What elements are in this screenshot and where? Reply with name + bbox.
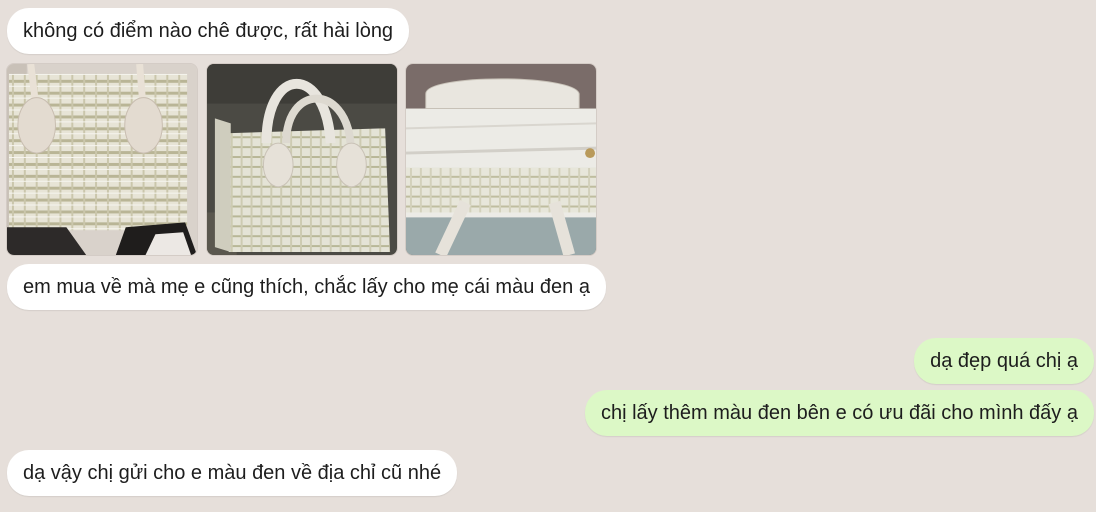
chat-thread: không có điểm nào chê được, rất hài lòng <box>0 0 1096 512</box>
message-incoming[interactable]: dạ vậy chị gửi cho e màu đen về địa chỉ … <box>7 450 458 496</box>
handbag-side-photo-icon <box>207 64 397 255</box>
message-incoming[interactable]: em mua về mà mẹ e cũng thích, chắc lấy c… <box>7 264 606 310</box>
message-text: em mua về mà mẹ e cũng thích, chắc lấy c… <box>23 276 590 298</box>
message-outgoing[interactable]: dạ đẹp quá chị ạ <box>914 338 1094 384</box>
message-text: dạ vậy chị gửi cho e màu đen về địa chỉ … <box>23 462 442 484</box>
message-text: không có điểm nào chê được, rất hài lòng <box>23 20 394 42</box>
message-incoming[interactable]: không có điểm nào chê được, rất hài lòng <box>7 8 410 54</box>
message-outgoing[interactable]: chị lấy thêm màu đen bên e có ưu đãi cho… <box>584 390 1094 436</box>
handbag-photo-front[interactable] <box>6 63 198 256</box>
handbag-open-photo-icon <box>406 64 596 255</box>
handbag-front-photo-icon <box>7 64 197 255</box>
handbag-photo-open[interactable] <box>405 63 597 256</box>
message-text: chị lấy thêm màu đen bên e có ưu đãi cho… <box>600 402 1078 424</box>
handbag-photo-side[interactable] <box>206 63 398 256</box>
message-text: dạ đẹp quá chị ạ <box>930 350 1078 372</box>
